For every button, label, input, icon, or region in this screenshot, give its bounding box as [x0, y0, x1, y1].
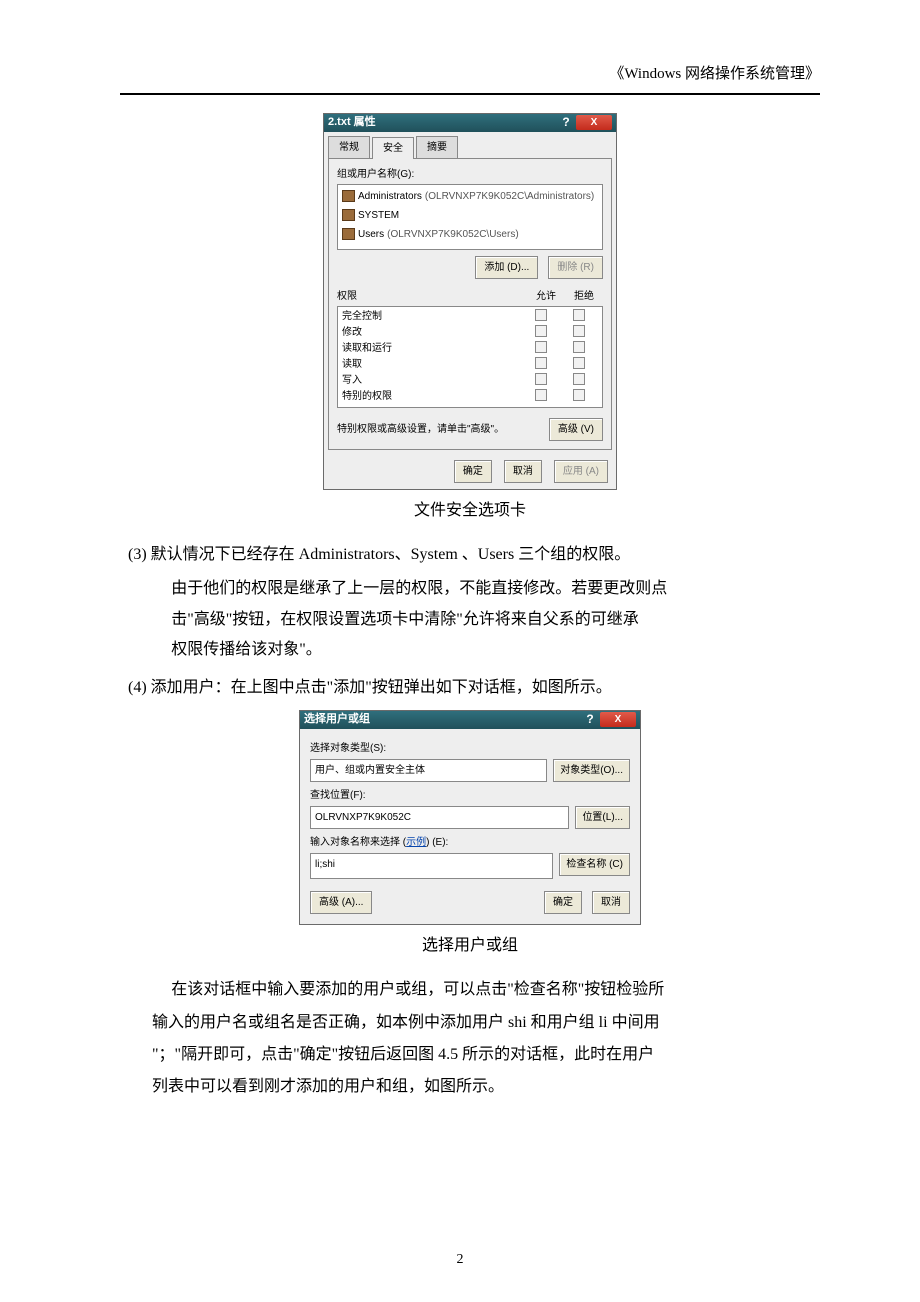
list-item[interactable]: Users (OLRVNXP7K9K052C\Users)	[340, 225, 600, 244]
loc-field[interactable]: OLRVNXP7K9K052C	[310, 806, 569, 829]
para2-l1: 在该对话框中输入要添加的用户或组，可以点击"检查名称"按钮检验所	[139, 975, 820, 1005]
close-icon[interactable]: X	[600, 712, 636, 727]
objtype-label: 选择对象类型(S):	[310, 739, 630, 758]
group-icon	[342, 228, 355, 240]
dialog2-title: 选择用户或组	[304, 709, 370, 730]
deny-checkbox[interactable]	[573, 357, 585, 369]
para2-l2: 输入的用户名或组名是否正确，如本例中添加用户 shi 和用户组 li 中间用	[120, 1008, 820, 1038]
names-input[interactable]: li;shi	[310, 853, 553, 879]
dialog2-ok-button[interactable]: 确定	[544, 891, 582, 914]
allow-checkbox[interactable]	[535, 357, 547, 369]
perm-special: 特别的权限	[342, 390, 522, 403]
para2-l3: "；"隔开即可，点击"确定"按钮后返回图 4.5 所示的对话框，此时在用户	[120, 1040, 820, 1070]
perm-header-allow: 允许	[527, 287, 565, 306]
objtype-field[interactable]: 用户、组或内置安全主体	[310, 759, 547, 782]
dialog1-title: 2.txt 属性	[328, 112, 376, 133]
deny-checkbox[interactable]	[573, 325, 585, 337]
group-icon	[342, 209, 355, 221]
tab-summary[interactable]: 摘要	[416, 136, 458, 158]
properties-dialog: 2.txt 属性 ? X 常规 安全 摘要 组或用户名称(G): Adminis…	[323, 113, 617, 490]
perm-write: 写入	[342, 374, 522, 387]
item-4-text: 添加用户：在上图中点击"添加"按钮弹出如下对话框，如图所示。	[151, 679, 612, 696]
apply-button[interactable]: 应用 (A)	[554, 460, 608, 483]
loc-label: 查找位置(F):	[310, 786, 630, 805]
allow-checkbox[interactable]	[535, 309, 547, 321]
ok-button[interactable]: 确定	[454, 460, 492, 483]
cancel-button[interactable]: 取消	[504, 460, 542, 483]
tab-security[interactable]: 安全	[372, 137, 414, 159]
names-label: 输入对象名称来选择 (示例) (E):	[310, 833, 630, 852]
perm-read: 读取	[342, 358, 522, 371]
item-4-num: (4)	[128, 679, 147, 696]
allow-checkbox[interactable]	[535, 389, 547, 401]
header-rule	[120, 93, 820, 95]
perm-readexec: 读取和运行	[342, 342, 522, 355]
tab-general[interactable]: 常规	[328, 136, 370, 158]
dialog2-cancel-button[interactable]: 取消	[592, 891, 630, 914]
help-icon[interactable]: ?	[582, 708, 598, 731]
dialog1-titlebar: 2.txt 属性 ? X	[324, 114, 616, 132]
para2-l4: 列表中可以看到刚才添加的用户和组，如图所示。	[120, 1072, 820, 1102]
dialog2-advanced-button[interactable]: 高级 (A)...	[310, 891, 372, 914]
item-3-l3: 击"高级"按钮，在权限设置选项卡中清除"允许将来自父系的可继承	[171, 605, 820, 635]
group-icon	[342, 190, 355, 202]
group-suffix: (OLRVNXP7K9K052C\Users)	[387, 225, 519, 244]
example-link[interactable]: 示例	[406, 837, 426, 848]
item-3-l1: 默认情况下已经存在 Administrators、System 、Users 三…	[151, 546, 631, 563]
deny-checkbox[interactable]	[573, 341, 585, 353]
close-icon[interactable]: X	[576, 115, 612, 130]
item-3-l4: 权限传播给该对象"。	[171, 635, 820, 665]
add-button[interactable]: 添加 (D)...	[475, 256, 538, 279]
group-name: SYSTEM	[358, 206, 399, 225]
perm-header-label: 权限	[337, 287, 527, 306]
dialog2-titlebar: 选择用户或组 ? X	[300, 711, 640, 729]
advanced-text: 特别权限或高级设置，请单击"高级"。	[337, 420, 549, 439]
page-number: 2	[0, 1247, 920, 1274]
item-3-l2: 由于他们的权限是继承了上一层的权限，不能直接修改。若要更改则点	[171, 574, 820, 604]
dialog1-tabs: 常规 安全 摘要	[328, 136, 612, 158]
allow-checkbox[interactable]	[535, 341, 547, 353]
group-suffix: (OLRVNXP7K9K052C\Administrators)	[425, 187, 594, 206]
allow-checkbox[interactable]	[535, 325, 547, 337]
figure-caption-2: 选择用户或组	[120, 931, 820, 961]
item-4: (4) 添加用户：在上图中点击"添加"按钮弹出如下对话框，如图所示。	[120, 673, 820, 703]
perm-header-deny: 拒绝	[565, 287, 603, 306]
check-names-button[interactable]: 检查名称 (C)	[559, 853, 630, 876]
list-item[interactable]: SYSTEM	[340, 206, 600, 225]
perm-full: 完全控制	[342, 310, 522, 323]
group-name: Administrators	[358, 187, 422, 206]
list-item[interactable]: Administrators (OLRVNXP7K9K052C\Administ…	[340, 187, 600, 206]
objtype-button[interactable]: 对象类型(O)...	[553, 759, 630, 782]
allow-checkbox[interactable]	[535, 373, 547, 385]
permissions-box: 完全控制 修改 读取和运行 读取 写入 特别的权限	[337, 306, 603, 408]
deny-checkbox[interactable]	[573, 373, 585, 385]
item-3: (3) 默认情况下已经存在 Administrators、System 、Use…	[120, 540, 820, 570]
select-user-dialog: 选择用户或组 ? X 选择对象类型(S): 用户、组或内置安全主体 对象类型(O…	[299, 710, 641, 925]
page-header: 《Windows 网络操作系统管理》	[120, 60, 820, 89]
figure-caption-1: 文件安全选项卡	[120, 496, 820, 526]
item-3-num: (3)	[128, 546, 147, 563]
remove-button[interactable]: 删除 (R)	[548, 256, 603, 279]
groups-label: 组或用户名称(G):	[337, 165, 603, 184]
loc-button[interactable]: 位置(L)...	[575, 806, 630, 829]
deny-checkbox[interactable]	[573, 389, 585, 401]
perm-modify: 修改	[342, 326, 522, 339]
group-name: Users	[358, 225, 384, 244]
help-icon[interactable]: ?	[558, 111, 574, 134]
groups-listbox[interactable]: Administrators (OLRVNXP7K9K052C\Administ…	[337, 184, 603, 250]
advanced-button[interactable]: 高级 (V)	[549, 418, 603, 441]
deny-checkbox[interactable]	[573, 309, 585, 321]
